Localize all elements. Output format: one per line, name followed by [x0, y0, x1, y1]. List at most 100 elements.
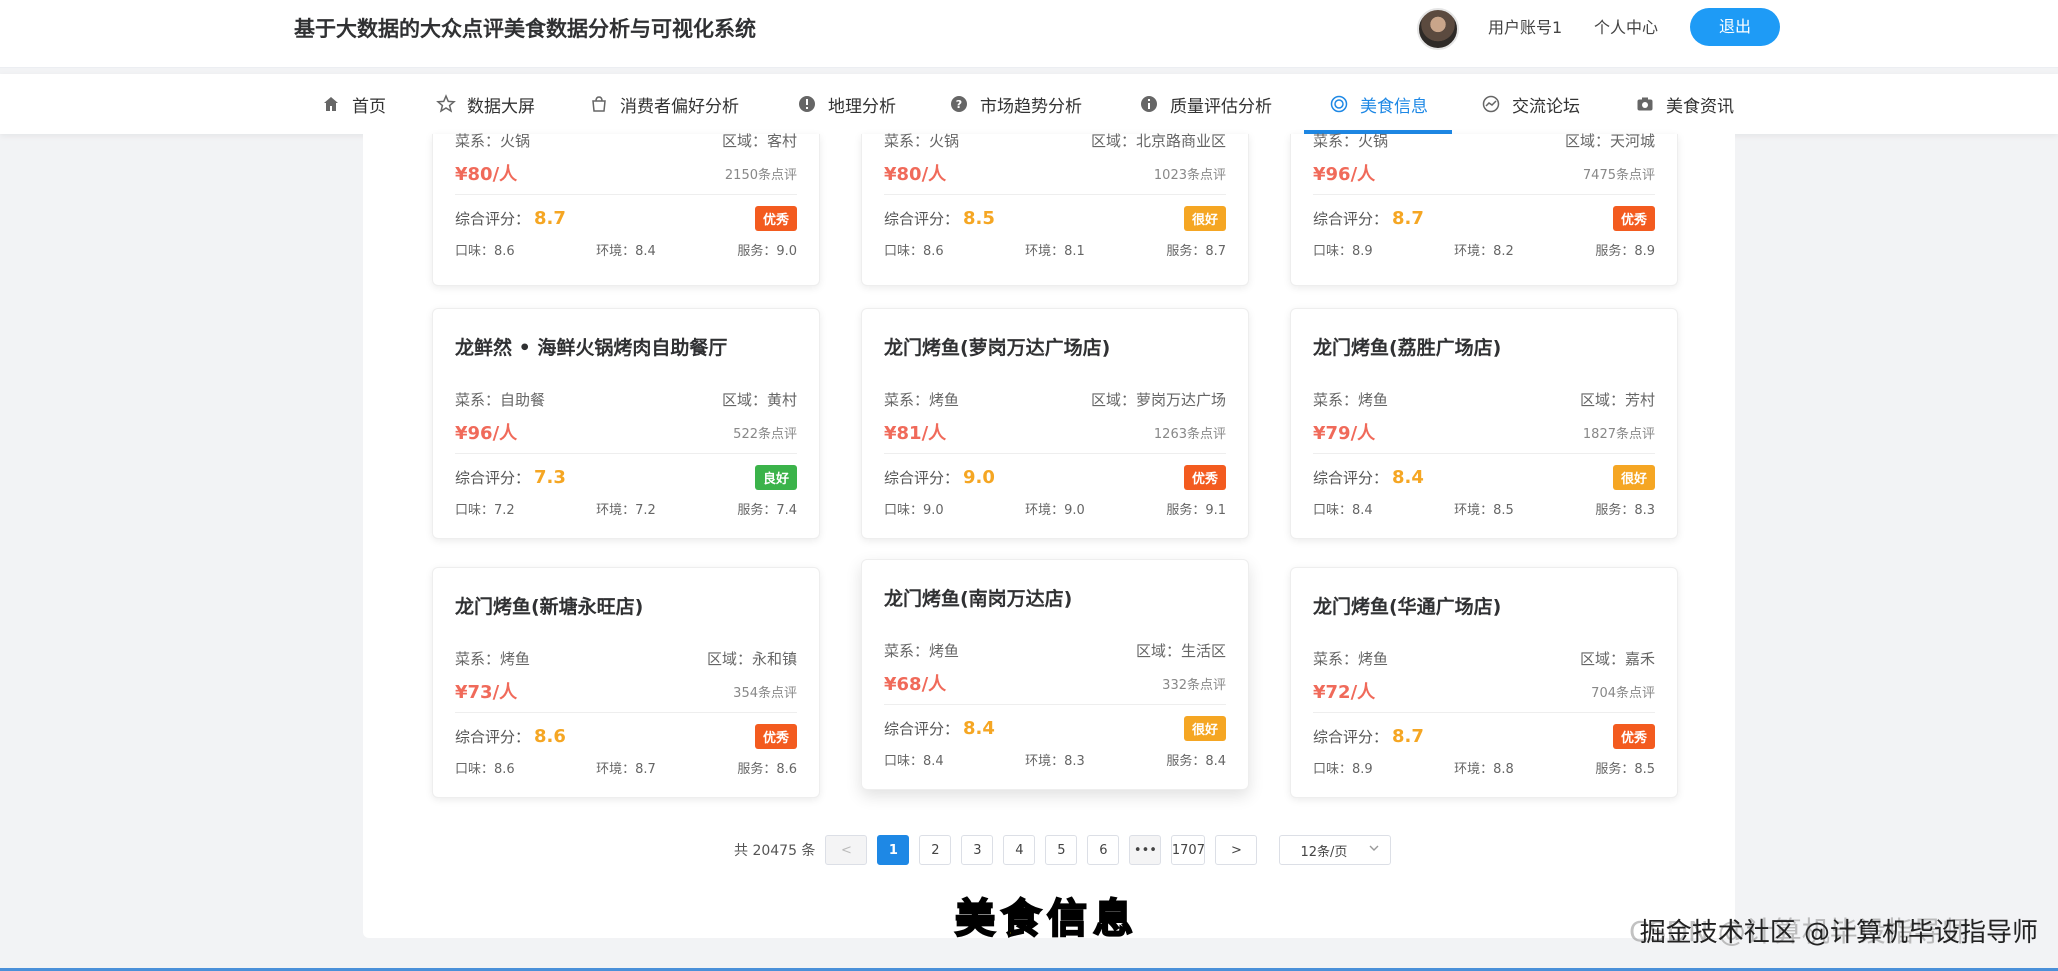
taste-score: 口味：8.9	[1313, 762, 1373, 777]
overall-score: 综合评分： 9.0	[884, 467, 995, 488]
restaurant-name[interactable]: 龙门烤鱼(南岗万达店)	[884, 584, 1072, 611]
overall-score: 综合评分： 8.4	[1313, 467, 1424, 488]
nav-item-food-news[interactable]: 美食资讯	[1634, 74, 1734, 134]
nav-label: 数据大屏	[467, 96, 535, 117]
nav-label: 消费者偏好分析	[620, 96, 739, 117]
review-count: 1263条点评	[1153, 426, 1226, 442]
svg-text:?: ?	[956, 98, 962, 111]
info-icon	[1138, 93, 1160, 115]
nav-item-market-trend[interactable]: ? 市场趋势分析	[948, 74, 1082, 134]
taste-score: 口味：9.0	[884, 503, 944, 518]
restaurant-name[interactable]: 龙门烤鱼(萝岗万达广场店)	[884, 333, 1110, 360]
restaurant-name[interactable]: 龙门烤鱼(荔胜广场店)	[1313, 333, 1501, 360]
page-size-value: 12条/页	[1300, 844, 1348, 860]
price: ¥80/人	[884, 164, 947, 185]
overall-score: 综合评分： 8.6	[455, 726, 566, 747]
food-card[interactable]: 龙门烤鱼(萝岗万达广场店) 菜系：烤鱼 区域：萝岗万达广场 ¥81/人 1263条点…	[861, 308, 1249, 539]
restaurant-name[interactable]: 龙门烤鱼(华通广场店)	[1313, 592, 1501, 619]
nav-item-quality-assessment[interactable]: 质量评估分析	[1138, 74, 1272, 134]
nav-item-home[interactable]: 首页	[320, 74, 386, 134]
page-button[interactable]: 5	[1045, 835, 1078, 865]
region: 区域：芳村	[1579, 391, 1655, 409]
service-score: 服务：8.3	[1595, 503, 1655, 518]
more-pages-button[interactable]: •••	[1129, 835, 1162, 865]
restaurant-name[interactable]: 龙门烤鱼(新塘永旺店)	[455, 592, 643, 619]
overall-score: 综合评分： 8.7	[1313, 208, 1424, 229]
review-count: 354条点评	[733, 685, 797, 701]
rating-badge: 优秀	[1183, 465, 1226, 490]
user-avatar[interactable]	[1417, 8, 1459, 50]
camera-icon	[1634, 93, 1656, 115]
food-card[interactable]: 菜系：火锅 区域：北京路商业区 ¥80/人 1023条点评 综合评分： 8.5 很好 口…	[861, 132, 1249, 286]
food-card[interactable]: 龙门烤鱼(南岗万达店) 菜系：烤鱼 区域：生活区 ¥68/人 332条点评 综合评分…	[861, 559, 1249, 790]
food-card[interactable]: 龙门烤鱼(新塘永旺店) 菜系：烤鱼 区域：永和镇 ¥73/人 354条点评 综合评分…	[432, 567, 820, 798]
food-card[interactable]: 龙门烤鱼(荔胜广场店) 菜系：烤鱼 区域：芳村 ¥79/人 1827条点评 综合评分…	[1290, 308, 1678, 539]
food-card[interactable]: 菜系：火锅 区域：客村 ¥80/人 2150条点评 综合评分： 8.7 优秀 口味：8.…	[432, 132, 820, 286]
page-button[interactable]: 2	[919, 835, 952, 865]
rating-badge: 良好	[754, 465, 797, 490]
rating-badge: 优秀	[754, 206, 797, 231]
last-page-button[interactable]: 1707	[1171, 835, 1206, 865]
environment-score: 环境：8.5	[1454, 503, 1514, 518]
nav-item-dashboard[interactable]: 数据大屏	[435, 74, 535, 134]
page-button[interactable]: 1	[877, 835, 910, 865]
region: 区域：永和镇	[706, 650, 797, 668]
nav-item-forum[interactable]: 交流论坛	[1480, 74, 1580, 134]
page-button[interactable]: 6	[1087, 835, 1120, 865]
page-button[interactable]: 3	[961, 835, 994, 865]
taste-score: 口味：8.6	[884, 244, 944, 259]
cuisine: 菜系：烤鱼	[455, 650, 531, 668]
environment-score: 环境：8.4	[596, 244, 656, 259]
review-count: 2150条点评	[724, 167, 797, 183]
environment-score: 环境：8.8	[1454, 762, 1514, 777]
app-title: 基于大数据的大众点评美食数据分析与可视化系统	[294, 17, 756, 41]
watermark: CSDN @计算机毕设指导师掘金技术社区 @计算机毕设指导师	[1629, 910, 2038, 950]
cuisine: 菜系：烤鱼	[884, 391, 960, 409]
service-score: 服务：9.1	[1166, 503, 1226, 518]
nav-label: 交流论坛	[1512, 96, 1580, 117]
prev-page-button[interactable]: <	[825, 835, 868, 865]
rating-badge: 很好	[1612, 465, 1655, 490]
target-icon	[1328, 93, 1350, 115]
nav-item-geo-analysis[interactable]: 地理分析	[796, 74, 896, 134]
overall-score: 综合评分： 8.7	[1313, 726, 1424, 747]
nav-item-food-info[interactable]: 美食信息	[1304, 74, 1452, 134]
food-card[interactable]: 龙鲜然 • 海鲜火锅烤肉自助餐厅 菜系：自助餐 区域：黄村 ¥96/人 522条点评…	[432, 308, 820, 539]
cuisine: 菜系：烤鱼	[884, 642, 960, 660]
video-caption: 美食信息	[954, 895, 1139, 943]
region: 区域：萝岗万达广场	[1090, 391, 1226, 409]
rating-badge: 很好	[1183, 716, 1226, 741]
alert-icon	[796, 93, 818, 115]
environment-score: 环境：8.3	[1025, 754, 1085, 769]
user-name: 用户账号1	[1488, 18, 1563, 37]
cuisine: 菜系：烤鱼	[1313, 650, 1389, 668]
food-card[interactable]: 龙门烤鱼(华通广场店) 菜系：烤鱼 区域：嘉禾 ¥72/人 704条点评 综合评分：…	[1290, 567, 1678, 798]
pagination: 共 20475 条 < 1 2 3 4 5 6 ••• 1707 > 12条/页	[734, 834, 1392, 866]
nav-item-consumer-preference[interactable]: 消费者偏好分析	[588, 74, 739, 134]
food-card[interactable]: 菜系：火锅 区域：天河城 ¥96/人 7475条点评 综合评分： 8.7 优秀 口味：8…	[1290, 132, 1678, 286]
total-count: 共 20475 条	[734, 843, 816, 859]
nav-label: 首页	[352, 96, 386, 117]
region: 区域：黄村	[721, 391, 797, 409]
next-page-button[interactable]: >	[1215, 835, 1258, 865]
restaurant-name[interactable]: 龙鲜然 • 海鲜火锅烤肉自助餐厅	[455, 333, 727, 360]
food-list-panel: 菜系：火锅 区域：客村 ¥80/人 2150条点评 综合评分： 8.7 优秀 口味：8.…	[363, 132, 1735, 938]
page-button[interactable]: 4	[1003, 835, 1036, 865]
service-score: 服务：8.5	[1595, 762, 1655, 777]
profile-link[interactable]: 个人中心	[1594, 16, 1658, 40]
review-count: 1023条点评	[1153, 167, 1226, 183]
main-nav: 首页 数据大屏 消费者偏好分析 地理分析 ? 市场趋势分析 质量评估分析 美食信…	[0, 74, 2058, 134]
overall-score: 综合评分： 7.3	[455, 467, 566, 488]
region: 区域：天河城	[1564, 132, 1655, 150]
chart-icon	[1480, 93, 1502, 115]
price: ¥81/人	[884, 423, 947, 444]
page-size-select[interactable]: 12条/页	[1279, 835, 1392, 865]
overall-score: 综合评分： 8.7	[455, 208, 566, 229]
service-score: 服务：9.0	[737, 244, 797, 259]
logout-button[interactable]: 退出	[1690, 8, 1780, 46]
rating-badge: 优秀	[754, 724, 797, 749]
chevron-down-icon	[1368, 842, 1380, 858]
region: 区域：嘉禾	[1579, 650, 1655, 668]
environment-score: 环境：7.2	[596, 503, 656, 518]
price: ¥73/人	[455, 682, 518, 703]
